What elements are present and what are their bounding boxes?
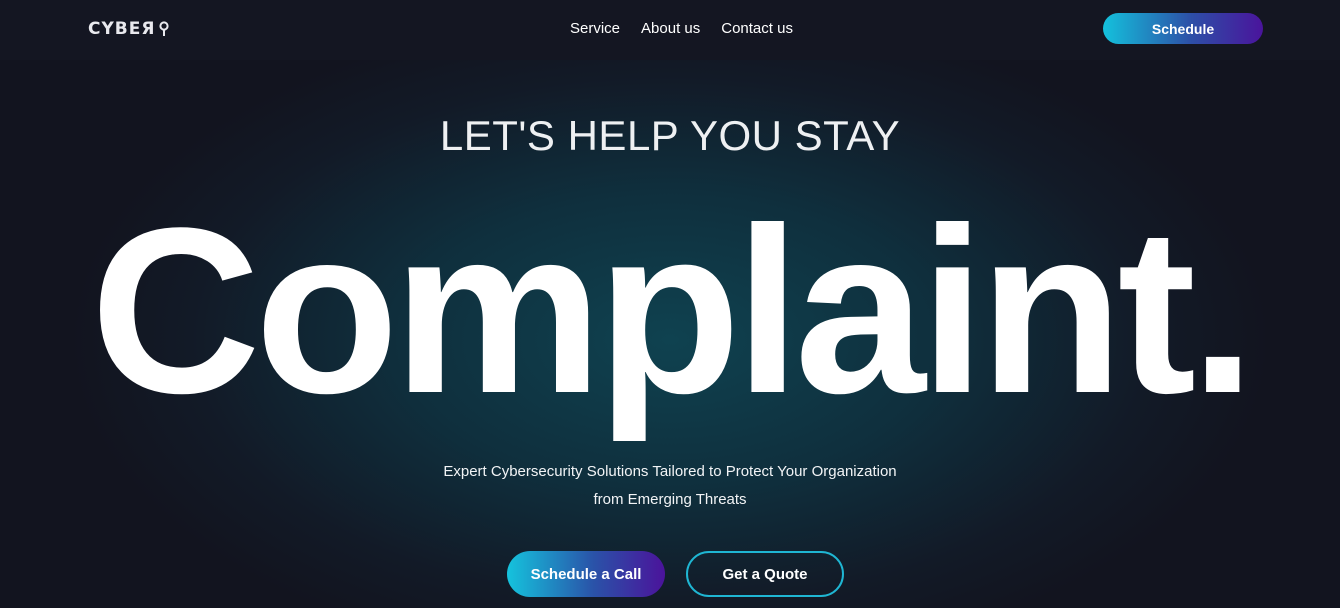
- location-pin-icon: [159, 21, 170, 36]
- nav-link-contact-us[interactable]: Contact us: [721, 20, 793, 38]
- nav-link-about-us[interactable]: About us: [641, 20, 700, 38]
- brand-logo[interactable]: CYBEЯ: [88, 18, 170, 40]
- hero-subtitle: Expert Cybersecurity Solutions Tailored …: [0, 458, 1340, 514]
- get-a-quote-button[interactable]: Get a Quote: [686, 551, 844, 597]
- hero-section: LET'S HELP YOU STAY Complaint. Expert Cy…: [0, 60, 1340, 608]
- top-navbar: CYBEЯ Service About us Contact us Schedu…: [0, 0, 1340, 60]
- logo-text: CYBEЯ: [88, 19, 156, 39]
- hero-subtitle-line-1: Expert Cybersecurity Solutions Tailored …: [443, 463, 897, 480]
- hero-subtitle-line-2: from Emerging Threats: [593, 491, 747, 508]
- schedule-button[interactable]: Schedule: [1103, 13, 1263, 44]
- nav-link-service[interactable]: Service: [570, 20, 620, 38]
- hero-headline: Complaint.: [90, 179, 1255, 443]
- schedule-a-call-button[interactable]: Schedule a Call: [507, 551, 665, 597]
- main-nav: Service About us Contact us: [570, 20, 793, 38]
- hero-tagline: LET'S HELP YOU STAY: [439, 112, 901, 159]
